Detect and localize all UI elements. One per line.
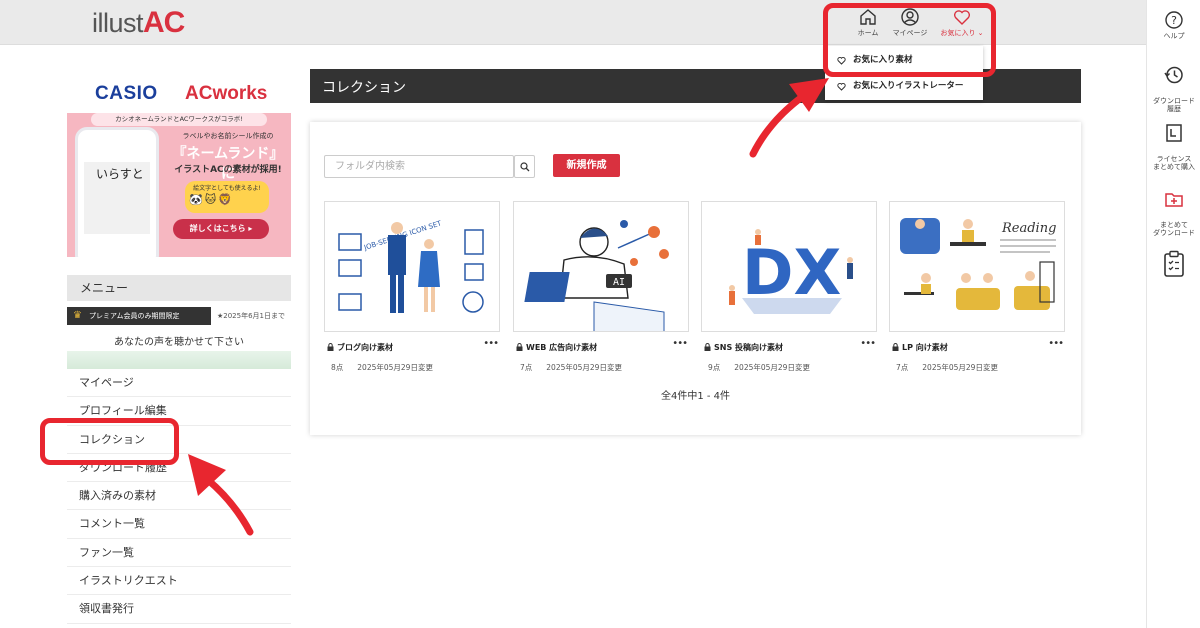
help-button[interactable]: ? ヘルプ [1147, 11, 1200, 41]
banner-tag-label: 絵文字としても使えるよ! [193, 185, 261, 192]
collection-card[interactable]: DX SNS 投稿向け素材 ••• 9点 2025年05月29日変更 [701, 201, 877, 372]
help-label: ヘルプ [1163, 32, 1185, 40]
card-date: 2025年05月29日変更 [734, 363, 810, 372]
card-meta: 9点 2025年05月29日変更 [708, 362, 810, 373]
rail-download-history[interactable]: ダウンロード 履歴 [1147, 56, 1200, 114]
history-icon [1164, 66, 1183, 83]
clipboard-icon [1164, 250, 1184, 277]
new-folder-button[interactable]: 新規作成 [553, 154, 620, 177]
rail-license-bulk-label: ライセンス まとめて購入 [1153, 154, 1195, 172]
collection-card[interactable]: AI WEB 広告向け素材 ••• 7点 2025年05月29日変更 [513, 201, 689, 372]
menu-item-receipt[interactable]: 領収書発行 [67, 595, 291, 624]
card-more-menu[interactable]: ••• [860, 338, 876, 349]
folder-plus-icon [1165, 193, 1183, 207]
ai-illustration: AI [524, 220, 669, 331]
highlight-collection-box [40, 418, 179, 465]
promo-date: ★2025年6月1日まで [217, 312, 285, 320]
card-meta: 7点 2025年05月29日変更 [520, 362, 622, 373]
card-more-menu[interactable]: ••• [483, 338, 499, 349]
card-title[interactable]: ブログ向け素材 [327, 342, 393, 353]
rail-download-history-label: ダウンロード 履歴 [1153, 96, 1195, 114]
collection-card[interactable]: JOB-SEEKING ICON SET ブログ向け素材 ••• 8点 2025年… [324, 201, 500, 372]
logo[interactable]: illustAC [92, 6, 185, 40]
promo-bar-label: プレミアム会員のみ期間限定 [89, 312, 180, 320]
lock-icon [892, 343, 899, 351]
svg-text:?: ? [1171, 14, 1177, 27]
card-thumbnail[interactable]: AI [513, 201, 689, 332]
annotation-arrow-left [188, 454, 254, 536]
card-count: 8点 [331, 363, 344, 372]
banner-details-button[interactable]: 詳しくはこちら ▸ [173, 219, 269, 239]
menu-item-mypage[interactable]: マイページ [67, 369, 291, 398]
card-date: 2025年05月29日変更 [357, 363, 433, 372]
card-thumbnail[interactable]: JOB-SEEKING ICON SET [324, 201, 500, 332]
card-title[interactable]: LP 向け素材 [892, 342, 948, 353]
card-title-text: LP 向け素材 [902, 343, 948, 352]
card-thumbnail[interactable]: Reading [889, 201, 1065, 332]
result-count: 全4件中1 - 4件 [660, 391, 731, 402]
card-more-menu[interactable]: ••• [672, 338, 688, 349]
rail-bulk-download-label: まとめて ダウンロード [1153, 220, 1195, 238]
banner-emoji-icons: 🐼🐱🦁 [189, 193, 234, 206]
card-count: 9点 [708, 363, 721, 372]
menu-item-fans[interactable]: ファン一覧 [67, 539, 291, 568]
survey-promo[interactable]: プレミアム会員のみ期間限定 ♛ ★2025年6月1日まで あなたの声を聴かせて下… [67, 307, 291, 369]
card-date: 2025年05月29日変更 [922, 363, 998, 372]
promo-bar: プレミアム会員のみ期間限定 [67, 307, 211, 325]
dropdown-item-label: お気に入りイラストレーター [853, 81, 964, 91]
lock-icon [516, 343, 523, 351]
page-title: コレクション [322, 80, 406, 96]
lock-icon [327, 343, 334, 351]
card-art-text: AI [613, 277, 625, 288]
card-title[interactable]: WEB 広告向け素材 [516, 342, 597, 353]
collection-panel: 新規作成 JOB-SEEKING ICON SET ブログ向け素材 ••• 8点… [310, 122, 1081, 435]
help-icon: ? [1165, 11, 1183, 29]
banner-phone-word: いらすと [96, 167, 144, 181]
license-icon [1166, 124, 1182, 142]
search-icon [520, 162, 530, 172]
card-meta: 7点 2025年05月29日変更 [896, 362, 998, 373]
banner-line1: ラベルやお名前シール作成の [182, 132, 274, 140]
dropdown-favorite-illustrators[interactable]: お気に入りイラストレーター [825, 74, 983, 99]
banner-line3: イラストACの素材が採用! [174, 165, 282, 175]
search-button[interactable] [514, 155, 535, 178]
menu-item-request[interactable]: イラストリクエスト [67, 567, 291, 596]
rail-clipboard[interactable] [1147, 250, 1200, 281]
annotation-arrow-up [749, 78, 829, 158]
banner-phone-illustration: いらすと [75, 127, 159, 257]
banner-acworks-logo: ACworks [185, 83, 268, 104]
logo-text: illust [92, 8, 144, 38]
logo-accent: AC [143, 6, 185, 39]
promo-text: あなたの声を聴かせて下さい [114, 337, 244, 348]
folder-search-input[interactable] [324, 155, 514, 178]
card-title-text: WEB 広告向け素材 [526, 343, 598, 352]
crown-icon: ♛ [73, 310, 82, 321]
card-art-text: Reading [1001, 221, 1056, 236]
menu-heading: メニュー [67, 275, 291, 301]
lock-icon [704, 343, 711, 351]
card-more-menu[interactable]: ••• [1048, 338, 1064, 349]
rail-license-bulk[interactable]: ライセンス まとめて購入 [1147, 114, 1200, 172]
rail-bulk-download[interactable]: まとめて ダウンロード [1147, 180, 1200, 238]
banner-subtitle: カシオネームランドとACワークスがコラボ! [91, 113, 267, 126]
promo-banner[interactable]: CASIO ACworks カシオネームランドとACワークスがコラボ! いらすと… [67, 69, 291, 257]
highlight-favorites-box [823, 3, 996, 77]
card-thumbnail[interactable]: DX [701, 201, 877, 332]
right-rail: ? ヘルプ ダウンロード 履歴 ライセンス まとめて購入 まとめて ダウンロード [1146, 0, 1200, 628]
reading-illustration: Reading [900, 218, 1056, 310]
banner-casio-logo: CASIO [95, 83, 158, 104]
card-title[interactable]: SNS 投稿向け素材 [704, 342, 783, 353]
card-date: 2025年05月29日変更 [546, 363, 622, 372]
promo-decoration [67, 351, 291, 369]
card-meta: 8点 2025年05月29日変更 [331, 362, 433, 373]
job-seeking-illustration: JOB-SEEKING ICON SET [338, 219, 484, 313]
card-title-text: SNS 投稿向け素材 [714, 343, 784, 352]
card-count: 7点 [520, 363, 533, 372]
card-title-text: ブログ向け素材 [337, 343, 393, 352]
card-count: 7点 [896, 363, 909, 372]
collection-card[interactable]: Reading LP 向け素材 ••• 7点 2025年05月29日変更 [889, 201, 1065, 372]
dx-illustration: DX [729, 229, 853, 314]
